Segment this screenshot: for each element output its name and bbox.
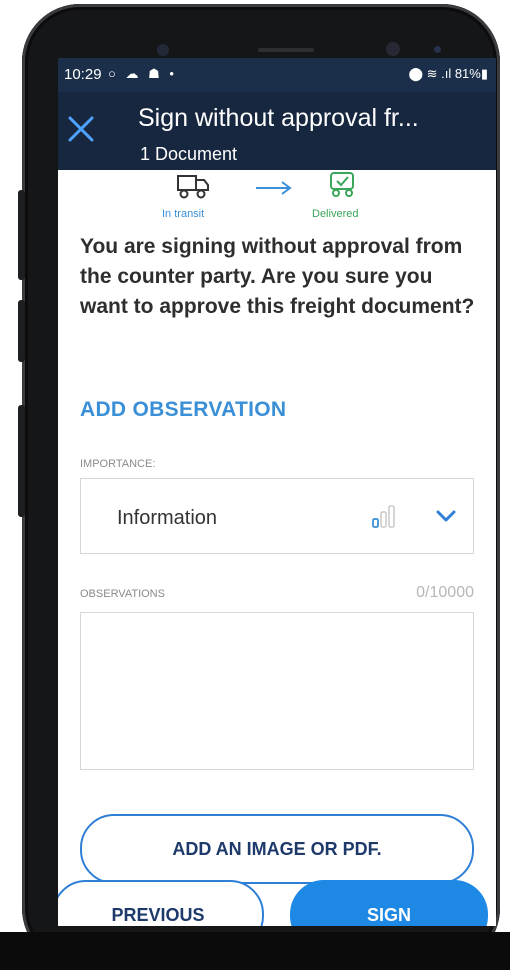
close-icon[interactable] [64, 112, 98, 146]
add-image-or-pdf-button[interactable]: ADD AN IMAGE OR PDF. [80, 814, 474, 884]
front-camera-icon [386, 42, 400, 56]
importance-level-icon [372, 505, 395, 528]
volume-up-button [18, 190, 25, 280]
observations-textarea[interactable] [80, 612, 474, 770]
observations-label: OBSERVATIONS [80, 588, 165, 600]
status-time: 10:29 [64, 66, 102, 83]
delivered-truck-icon [330, 172, 354, 197]
page-subtitle: 1 Document [140, 144, 238, 164]
notification-icons: ○ ☁ ☗ • [108, 66, 177, 81]
importance-select[interactable]: Information [80, 478, 474, 554]
step-in-transit: In transit [162, 208, 205, 220]
volume-down-button [18, 300, 25, 362]
importance-label: IMPORTANCE: [80, 458, 156, 470]
sign-button[interactable]: SIGN [290, 880, 488, 926]
chevron-down-icon[interactable] [435, 509, 457, 523]
truck-icon [177, 175, 209, 199]
importance-value: Information [117, 507, 218, 529]
sensor-icon [157, 44, 169, 56]
page-title: Sign without approval fr... [138, 104, 419, 132]
shipment-progress: In transit Delivered [58, 166, 496, 222]
character-counter: 0/10000 [416, 584, 474, 601]
arrow-right-icon [256, 181, 292, 195]
bixby-button [18, 405, 25, 517]
phone-bottom-bezel [0, 932, 510, 970]
system-icons: ⬤ ≋ .ıl 81%▮ [408, 66, 488, 81]
screen: 10:29 ○ ☁ ☗ • ⬤ ≋ .ıl 81%▮ Sign without … [58, 58, 496, 926]
add-observation-heading: ADD OBSERVATION [80, 398, 287, 421]
previous-button[interactable]: PREVIOUS [58, 880, 264, 926]
status-bar: 10:29 ○ ☁ ☗ • ⬤ ≋ .ıl 81%▮ [58, 58, 496, 92]
confirmation-question: You are signing without approval from th… [80, 235, 475, 318]
speaker-grille [258, 48, 314, 52]
step-delivered: Delivered [312, 208, 359, 220]
app-bar: Sign without approval fr... 1 Document [58, 92, 496, 170]
sensor-icon [434, 46, 441, 53]
